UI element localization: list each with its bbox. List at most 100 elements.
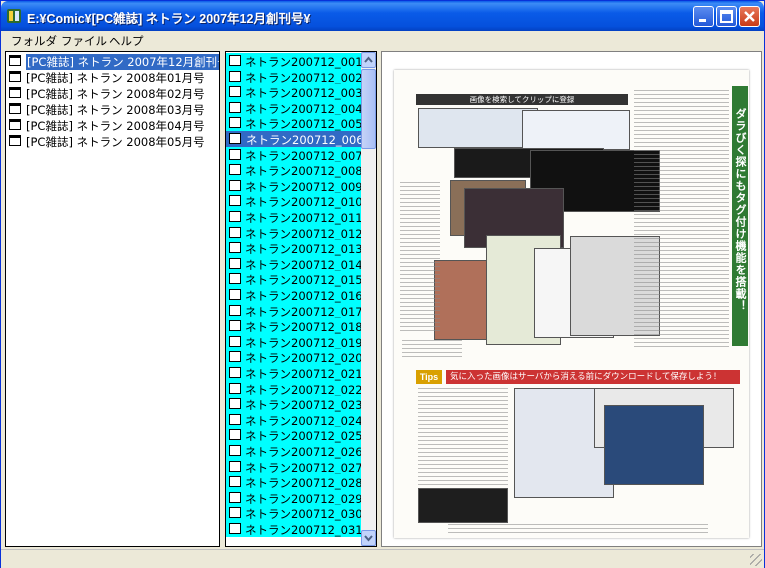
file-item-label: ネトラン200712_006. [245,132,369,148]
file-item[interactable]: ネトラン200712_002. [226,68,366,85]
file-item[interactable]: ネトラン200712_012. [226,224,366,241]
page-text-block [402,340,462,358]
file-list[interactable]: ネトラン200712_001. ネトラン200712_002. ネトラン200712… [225,51,377,547]
file-item-label: ネトラン200712_013. [245,242,367,257]
file-item-label: ネトラン200712_001. [245,55,367,69]
folder-item[interactable]: [PC雑誌] ネトラン 2008年01月号 [6,69,219,85]
menu-file[interactable]: ファイル [61,33,107,49]
page-text-block [634,90,729,350]
file-item[interactable]: ネトラン200712_006. [226,131,369,148]
file-item[interactable]: ネトラン200712_003. [226,84,366,101]
file-icon [229,507,241,519]
file-item[interactable]: ネトラン200712_010. [226,193,366,210]
file-item[interactable]: ネトラン200712_005. [226,115,366,132]
folder-list[interactable]: [PC雑誌] ネトラン 2007年12月創刊号 [PC雑誌] ネトラン 2008年… [5,51,220,547]
file-item-label: ネトラン200712_027. [245,460,367,475]
title-bar[interactable]: E:¥Comic¥[PC雑誌] ネトラン 2007年12月創刊号¥ [1,1,764,31]
file-icon [229,148,241,160]
file-icon [229,382,241,394]
folder-icon [9,135,21,146]
file-icon [229,242,241,254]
menu-bar: フォルダ ファイル ヘルプ [1,31,764,50]
file-item[interactable]: ネトラン200712_021. [226,365,366,381]
file-item-label: ネトラン200712_003. [245,86,367,101]
file-icon [229,398,241,410]
page-vertical-headline: ダラびく探にもタグ付け機能を搭載！ [732,86,748,346]
folder-icon [9,87,21,98]
file-icon [229,226,241,238]
file-icon [229,367,241,378]
file-item-label: ネトラン200712_005. [245,117,367,132]
file-item[interactable]: ネトラン200712_007. [226,146,366,163]
image-viewer[interactable]: 画像を検索してクリップに登録 ダラびく探にもタグ付け機能を搭載！ Tips 気に… [381,51,762,547]
menu-help[interactable]: ヘルプ [109,33,144,49]
file-item[interactable]: ネトラン200712_024. [226,411,366,428]
file-item[interactable]: ネトラン200712_009. [226,177,366,194]
scroll-up-button[interactable] [361,52,376,68]
file-icon [229,413,241,425]
file-item-label: ネトラン200712_026. [245,445,367,459]
file-item[interactable]: ネトラン200712_004. [226,99,366,116]
menu-folder[interactable]: フォルダ [11,33,57,49]
file-item[interactable]: ネトラン200712_020. [226,349,366,366]
file-item-label: ネトラン200712_029. [245,491,367,506]
file-item[interactable]: ネトラン200712_028. [226,474,366,491]
app-icon[interactable] [6,8,22,24]
file-icon [229,133,241,144]
file-item-label: ネトラン200712_031. [245,523,367,537]
file-item-label: ネトラン200712_011. [245,211,367,225]
file-icon [229,86,241,98]
file-item[interactable]: ネトラン200712_017. [226,302,366,319]
file-item[interactable]: ネトラン200712_016. [226,287,366,303]
file-item[interactable]: ネトラン200712_013. [226,240,366,257]
file-item-label: ネトラン200712_025. [245,429,367,444]
file-item[interactable]: ネトラン200712_011. [226,209,366,225]
close-button[interactable] [739,6,760,27]
file-item-label: ネトラン200712_012. [245,226,367,241]
arrow-down-icon [364,535,373,542]
file-icon [229,335,241,347]
file-item-label: ネトラン200712_008. [245,164,367,179]
file-item[interactable]: ネトラン200712_030. [226,505,366,522]
file-item[interactable]: ネトラン200712_018. [226,318,366,335]
page-text-block [418,388,508,488]
folder-item[interactable]: [PC雑誌] ネトラン 2008年02月号 [6,85,219,101]
file-item[interactable]: ネトラン200712_015. [226,271,366,288]
file-item[interactable]: ネトラン200712_022. [226,380,366,397]
maximize-button[interactable] [716,6,737,27]
page-screenshot [604,405,704,485]
file-item-label: ネトラン200712_018. [245,320,367,335]
file-item-label: ネトラン200712_030. [245,507,367,522]
file-item[interactable]: ネトラン200712_023. [226,396,366,413]
file-item[interactable]: ネトラン200712_019. [226,333,366,350]
page-text-block [448,524,708,534]
folder-item[interactable]: [PC雑誌] ネトラン 2008年04月号 [6,117,219,133]
file-item[interactable]: ネトラン200712_027. [226,458,366,475]
file-item[interactable]: ネトラン200712_008. [226,162,366,179]
file-item[interactable]: ネトラン200712_031. [226,521,366,537]
minimize-button[interactable] [693,6,714,27]
resize-grip[interactable] [750,554,762,566]
file-list-scrollbar[interactable] [361,52,376,546]
folder-item[interactable]: [PC雑誌] ネトラン 2007年12月創刊号 [6,53,219,70]
file-item[interactable]: ネトラン200712_001. [226,53,366,69]
file-icon [229,445,241,456]
folder-item[interactable]: [PC雑誌] ネトラン 2008年03月号 [6,101,219,117]
file-item[interactable]: ネトラン200712_029. [226,489,366,506]
file-item[interactable]: ネトラン200712_025. [226,427,366,444]
file-icon [229,320,241,332]
file-icon [229,429,241,441]
folder-item[interactable]: [PC雑誌] ネトラン 2008年05月号 [6,133,219,149]
scroll-down-button[interactable] [361,530,376,546]
folder-item-label: [PC雑誌] ネトラン 2008年05月号 [26,135,205,149]
file-item[interactable]: ネトラン200712_026. [226,443,366,459]
file-icon [229,179,241,191]
scroll-thumb[interactable] [361,69,376,149]
page-screenshot [418,488,508,523]
file-item-label: ネトラン200712_028. [245,476,367,491]
folder-icon [9,71,21,82]
file-item[interactable]: ネトラン200712_014. [226,255,366,272]
window-title: E:¥Comic¥[PC雑誌] ネトラン 2007年12月創刊号¥ [27,12,311,26]
arrow-up-icon [364,56,373,63]
file-item-label: ネトラン200712_021. [245,367,367,381]
